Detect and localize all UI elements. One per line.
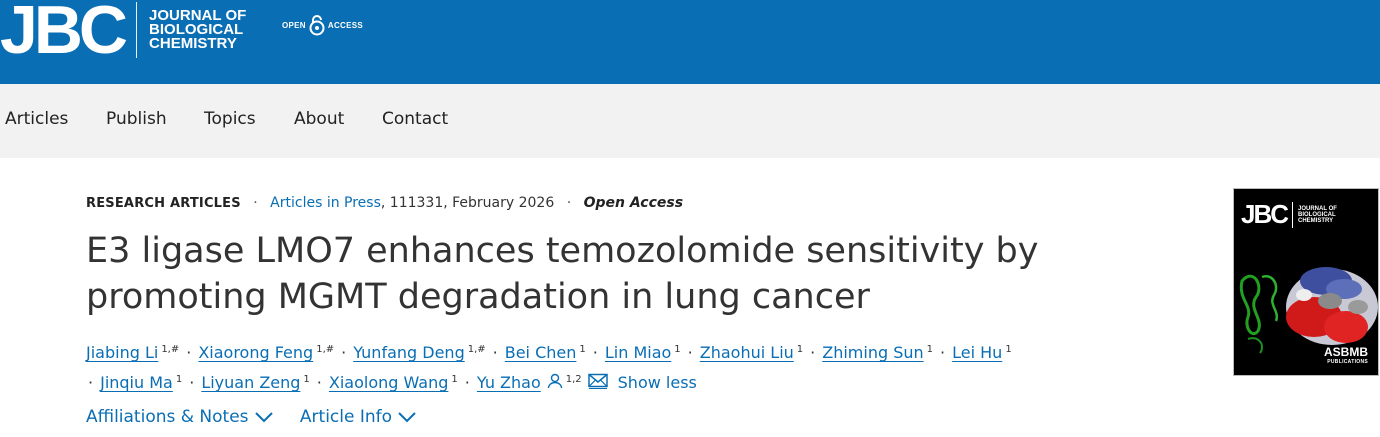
- author-affiliation-sup: 1: [926, 343, 934, 355]
- main-nav: Articles Publish Topics About Contact: [0, 84, 1380, 158]
- author-affiliation-sup: 1,2: [565, 373, 582, 385]
- author-affiliation-sup: 1,#: [161, 343, 180, 355]
- author-separator: ·: [492, 343, 498, 362]
- author-link[interactable]: Xiaorong Feng: [198, 343, 313, 362]
- author-separator: ·: [316, 373, 322, 392]
- articles-in-press-link[interactable]: Articles in Press: [270, 195, 381, 211]
- article-info-toggle[interactable]: Article Info: [300, 407, 416, 427]
- author-separator: ·: [687, 343, 693, 362]
- author-link[interactable]: Zhaohui Liu: [700, 343, 794, 362]
- author-link[interactable]: Yu Zhao: [477, 373, 541, 392]
- nav-item-topics[interactable]: Topics: [204, 109, 256, 129]
- logo-divider: [136, 2, 138, 58]
- author-separator: ·: [464, 373, 470, 392]
- author-separator: ·: [189, 373, 195, 392]
- article-meta: RESEARCH ARTICLES · Articles in Press, 1…: [86, 195, 683, 211]
- author-separator: ·: [940, 343, 946, 362]
- author-affiliation-sup: 1: [579, 343, 586, 355]
- article-title: E3 ligase LMO7 enhances temozolomide sen…: [86, 231, 1039, 317]
- nav-item-contact[interactable]: Contact: [382, 109, 448, 129]
- author-link[interactable]: Yunfang Deng: [353, 343, 465, 362]
- author-link[interactable]: Jiabing Li: [86, 343, 158, 362]
- author-separator: ·: [341, 343, 347, 362]
- cover-publisher-sub: PUBLICATIONS: [1327, 359, 1368, 365]
- article-id-date: , 111331, February 2026: [380, 195, 555, 211]
- show-less-link[interactable]: Show less: [618, 373, 697, 392]
- nav-item-publish[interactable]: Publish: [106, 109, 167, 129]
- article-category: RESEARCH ARTICLES: [86, 196, 241, 211]
- author-affiliation-sup: 1,#: [316, 343, 335, 355]
- cover-publisher-logo: ASBMB PUBLICATIONS: [1324, 345, 1368, 365]
- jbc-logo[interactable]: JBC JOURNAL OF BIOLOGICAL CHEMISTRY: [0, 0, 246, 74]
- meta-separator: ·: [566, 195, 572, 211]
- open-access-label: Open Access: [583, 195, 684, 211]
- author-affiliation-sup: 1: [175, 373, 183, 385]
- journal-cover-image[interactable]: JBC JOURNAL OF BIOLOGICAL CHEMISTRY ASBM…: [1233, 188, 1379, 376]
- author-affiliation-sup: 1: [674, 343, 681, 355]
- chevron-down-icon: [398, 412, 416, 423]
- author-affiliation-sup: 1: [1005, 343, 1012, 355]
- author-separator: ·: [592, 343, 598, 362]
- author-link[interactable]: Liyuan Zeng: [201, 373, 300, 392]
- author-affiliation-sup: 1,#: [467, 343, 486, 355]
- logo-wordmark: JOURNAL OF BIOLOGICAL CHEMISTRY: [149, 8, 246, 52]
- author-link[interactable]: Xiaolong Wang: [329, 373, 449, 392]
- affiliations-notes-toggle[interactable]: Affiliations & Notes: [86, 407, 273, 427]
- open-access-badge: OPEN ACCESS: [282, 14, 363, 36]
- author-affiliation-sup: 1: [303, 373, 310, 385]
- author-link[interactable]: Bei Chen: [505, 343, 577, 362]
- site-header: JBC JOURNAL OF BIOLOGICAL CHEMISTRY OPEN…: [0, 0, 1380, 84]
- author-list: Jiabing Li 1,# · Xiaorong Feng 1,# · Yunfang D…: [86, 338, 1176, 399]
- cover-publisher-name: ASBMB: [1324, 345, 1368, 359]
- nav-item-articles[interactable]: Articles: [5, 109, 68, 129]
- author-separator: ·: [810, 343, 816, 362]
- open-access-left-text: OPEN: [282, 20, 306, 30]
- author-affiliation-sup: 1: [451, 373, 458, 385]
- author-link[interactable]: Zhiming Sun: [822, 343, 923, 362]
- author-separator: ·: [186, 343, 192, 362]
- email-icon[interactable]: [587, 369, 608, 399]
- article-info-label: Article Info: [299, 407, 393, 427]
- logo-line-3: CHEMISTRY: [149, 35, 237, 52]
- open-access-right-text: ACCESS: [327, 20, 364, 30]
- article-toggles: Affiliations & Notes Article Info: [86, 407, 416, 427]
- affiliations-notes-label: Affiliations & Notes: [86, 407, 249, 427]
- author-link[interactable]: Lin Miao: [605, 343, 671, 362]
- author-link[interactable]: Lei Hu: [952, 343, 1002, 362]
- logo-mark: JBC: [0, 0, 128, 68]
- open-access-lock-icon: [309, 15, 325, 36]
- author-affiliation-sup: 1: [796, 343, 804, 355]
- author-link[interactable]: Jinqiu Ma: [100, 373, 173, 392]
- meta-separator: ·: [253, 195, 258, 211]
- author-separator: ·: [88, 373, 94, 392]
- nav-item-about[interactable]: About: [294, 109, 344, 129]
- chevron-down-icon: [254, 412, 273, 423]
- person-icon: [547, 369, 563, 399]
